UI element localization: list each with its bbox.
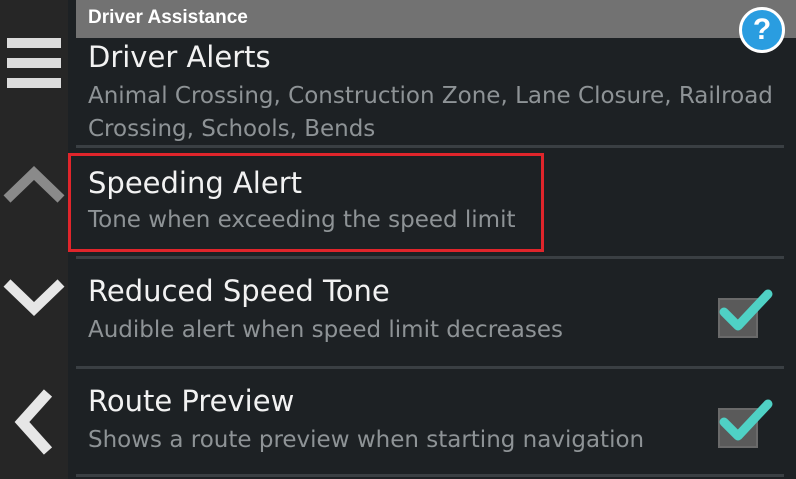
settings-panel: Driver Assistance ? Driver Alerts Animal…	[68, 0, 796, 479]
setting-title: Reduced Speed Tone	[88, 274, 390, 308]
chevron-down-icon	[3, 279, 65, 316]
hamburger-menu-icon	[7, 38, 61, 88]
scroll-down-button[interactable]	[0, 262, 68, 332]
scroll-up-button[interactable]	[0, 150, 68, 220]
setting-reduced-speed-tone[interactable]: Reduced Speed Tone Audible alert when sp…	[76, 262, 788, 362]
setting-driver-alerts[interactable]: Driver Alerts Animal Crossing, Construct…	[76, 38, 788, 148]
divider	[76, 366, 784, 369]
setting-route-preview[interactable]: Route Preview Shows a route preview when…	[76, 372, 788, 472]
back-button[interactable]	[0, 382, 68, 462]
header-bar: Driver Assistance	[76, 0, 796, 38]
divider	[76, 256, 784, 259]
checkmark-icon	[719, 399, 773, 441]
chevron-left-icon	[14, 389, 53, 455]
setting-title: Route Preview	[88, 384, 295, 418]
setting-subtitle: Tone when exceeding the speed limit	[88, 207, 516, 233]
divider	[76, 474, 784, 477]
setting-subtitle: Animal Crossing, Construction Zone, Lane…	[88, 83, 773, 142]
setting-title: Driver Alerts	[88, 40, 271, 74]
setting-subtitle: Audible alert when speed limit decreases	[88, 317, 564, 343]
checkmark-icon	[719, 289, 773, 331]
setting-title: Speeding Alert	[88, 166, 303, 200]
setting-subtitle: Shows a route preview when starting navi…	[88, 427, 645, 453]
setting-speeding-alert[interactable]: Speeding Alert Tone when exceeding the s…	[76, 158, 788, 254]
chevron-up-icon	[3, 166, 65, 203]
divider	[76, 145, 784, 148]
sidebar	[0, 0, 68, 479]
page-title: Driver Assistance	[88, 7, 248, 28]
menu-button[interactable]	[0, 28, 68, 98]
